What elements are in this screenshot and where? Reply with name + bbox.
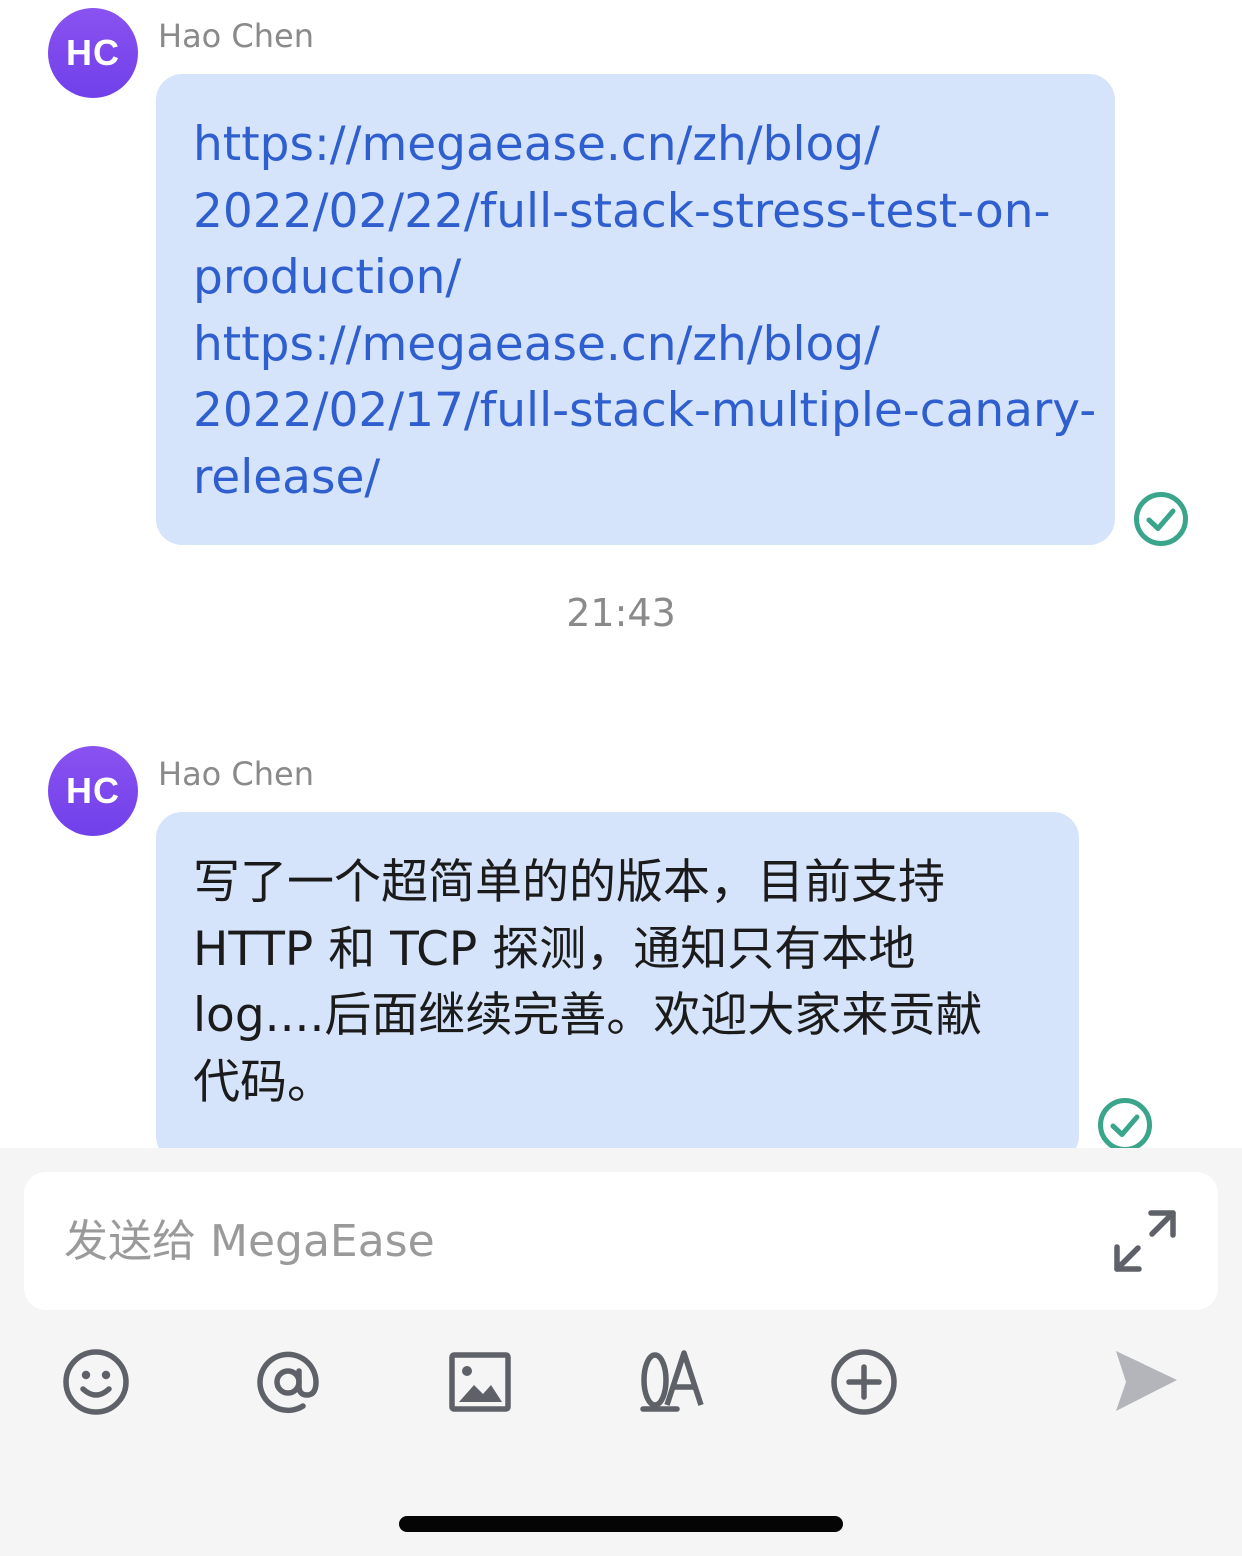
message-link[interactable]: 2022/02/17/full-stack-multiple-canary-: [193, 378, 1096, 445]
message-text: HTTP 和 TCP 探测，通知只有本地: [193, 921, 916, 977]
message-link[interactable]: production/: [193, 245, 1085, 312]
image-button[interactable]: [445, 1347, 515, 1417]
message-link[interactable]: release/: [193, 445, 1085, 512]
emoji-button[interactable]: [61, 1347, 131, 1417]
message-link[interactable]: https://megaease.cn/zh/blog/: [193, 112, 1085, 179]
read-check-icon: [1098, 1098, 1152, 1152]
avatar-initials: HC: [66, 32, 120, 73]
add-button[interactable]: [829, 1347, 899, 1417]
mention-icon: [257, 1351, 319, 1414]
sender-name: Hao Chen: [158, 17, 315, 55]
oa-icon: [640, 1350, 704, 1412]
expand-icon[interactable]: [1112, 1208, 1178, 1274]
send-icon: [1116, 1351, 1177, 1411]
oa-button[interactable]: [637, 1347, 707, 1417]
message-bubble[interactable]: 写了一个超简单的的版本，目前支持 HTTP 和 TCP 探测，通知只有本地 lo…: [156, 812, 1079, 1162]
message-text: log....后面继续完善。欢迎大家来贡献: [193, 988, 983, 1043]
mention-button[interactable]: [253, 1347, 323, 1417]
message-bubble[interactable]: https://megaease.cn/zh/blog/ 2022/02/22/…: [156, 74, 1115, 545]
avatar[interactable]: HC: [48, 746, 138, 836]
read-check-icon: [1134, 492, 1188, 546]
sender-name: Hao Chen: [158, 755, 315, 793]
message-text: 写了一个超简单的的版本，目前支持: [193, 855, 945, 910]
message-link[interactable]: 2022/02/22/full-stack-stress-test-on-: [193, 179, 1085, 246]
message-input[interactable]: 发送给 MegaEase: [24, 1172, 1218, 1310]
image-icon: [449, 1352, 511, 1412]
message-link[interactable]: https://megaease.cn/zh/blog/: [193, 312, 1085, 379]
message-timestamp: 21:43: [566, 591, 676, 635]
send-button[interactable]: [1111, 1347, 1181, 1417]
message-input-placeholder: 发送给 MegaEase: [64, 1216, 435, 1267]
add-icon: [831, 1349, 897, 1415]
avatar[interactable]: HC: [48, 8, 138, 98]
home-indicator: [399, 1516, 843, 1532]
avatar-initials: HC: [66, 770, 120, 811]
message-text: 代码。: [193, 1054, 334, 1110]
composer: 发送给 MegaEase: [0, 1148, 1242, 1556]
emoji-icon: [63, 1349, 129, 1415]
